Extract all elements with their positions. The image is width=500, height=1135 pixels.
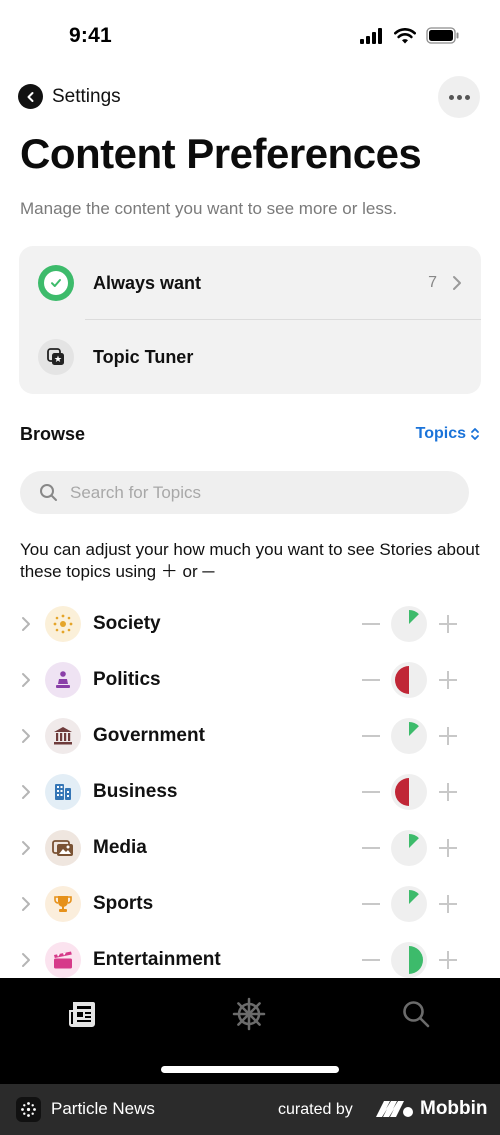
browse-heading: Browse xyxy=(20,424,86,444)
chevron-right-icon[interactable] xyxy=(20,615,32,633)
topic-row[interactable]: Sports xyxy=(0,876,500,932)
decrease-button[interactable] xyxy=(362,735,380,737)
chevron-left-icon xyxy=(18,84,43,109)
chevron-right-icon[interactable] xyxy=(20,839,32,857)
more-options-button[interactable] xyxy=(438,76,480,118)
topic-label: Society xyxy=(93,613,161,634)
tab-search[interactable] xyxy=(398,996,434,1032)
wifi-icon xyxy=(394,27,416,43)
home-indicator xyxy=(161,1066,339,1073)
sparkles-icon xyxy=(45,606,81,642)
decrease-button[interactable] xyxy=(362,959,380,961)
photos-icon xyxy=(45,830,81,866)
topic-tuner-label: Topic Tuner xyxy=(93,346,194,367)
topic-label: Sports xyxy=(93,893,154,914)
tab-bar xyxy=(0,978,500,1084)
topic-tuner-icon xyxy=(38,339,74,375)
ellipsis-dot xyxy=(464,94,470,100)
footer-brand-name: Mobbin xyxy=(420,1098,488,1119)
adjust-info-text: You can adjust your how much you want to… xyxy=(20,540,480,581)
back-button[interactable]: Settings xyxy=(18,84,121,109)
chevron-up-down-icon xyxy=(471,428,479,440)
topic-search-bar[interactable] xyxy=(20,471,469,514)
increase-button[interactable] xyxy=(439,671,457,689)
always-want-row[interactable]: Always want 7 xyxy=(19,246,481,320)
increase-button[interactable] xyxy=(439,839,457,857)
decrease-button[interactable] xyxy=(362,791,380,793)
ellipsis-icon xyxy=(448,94,454,100)
search-icon xyxy=(40,484,57,501)
mobbin-mark-icon xyxy=(376,1101,413,1117)
increase-button[interactable] xyxy=(439,615,457,633)
footer-app-name: Particle News xyxy=(51,1099,155,1118)
preference-level-gauge xyxy=(391,942,427,978)
footer-curated-by: curated by xyxy=(278,1101,353,1118)
topic-label: Government xyxy=(93,725,205,746)
mobbin-logo: Mobbin xyxy=(376,1098,488,1120)
status-icons xyxy=(360,27,460,44)
attribution-footer: Particle News curated by Mobbin xyxy=(0,1084,500,1135)
preference-level-gauge xyxy=(391,830,427,866)
topic-row[interactable]: Media xyxy=(0,820,500,876)
topic-search-input[interactable] xyxy=(70,482,430,503)
cellular-signal-icon xyxy=(360,27,382,44)
newspaper-icon xyxy=(69,1002,95,1027)
page-subtitle: Manage the content you want to see more … xyxy=(20,199,398,218)
preference-level-gauge xyxy=(391,886,427,922)
topic-row[interactable]: Politics xyxy=(0,652,500,708)
ship-wheel-icon xyxy=(232,997,266,1031)
topic-row[interactable]: Society xyxy=(0,596,500,652)
chevron-right-icon[interactable] xyxy=(20,951,32,969)
tab-topics[interactable] xyxy=(231,996,267,1032)
podium-icon xyxy=(45,662,81,698)
increase-button[interactable] xyxy=(439,783,457,801)
preference-level-gauge xyxy=(391,606,427,642)
topic-tuner-row[interactable]: Topic Tuner xyxy=(19,320,481,394)
preference-level-gauge xyxy=(391,718,427,754)
always-want-label: Always want xyxy=(93,272,202,293)
preference-level-gauge xyxy=(391,662,427,698)
page-title: Content Preferences xyxy=(20,130,422,177)
increase-button[interactable] xyxy=(439,951,457,969)
checkmark-icon xyxy=(38,265,74,301)
clapperboard-icon xyxy=(45,942,81,978)
navigation-bar: Settings xyxy=(0,76,500,118)
topic-label: Politics xyxy=(93,669,161,690)
preference-level-gauge xyxy=(391,774,427,810)
topic-label: Entertainment xyxy=(93,949,221,970)
status-time: 9:41 xyxy=(69,24,112,47)
increase-button[interactable] xyxy=(439,727,457,745)
chevron-right-icon[interactable] xyxy=(20,783,32,801)
topics-sort-dropdown[interactable]: Topics xyxy=(416,425,480,443)
particle-logo-icon xyxy=(16,1097,41,1122)
chevron-right-icon[interactable] xyxy=(20,727,32,745)
always-want-count: 7 xyxy=(428,274,437,291)
topic-row[interactable]: Business xyxy=(0,764,500,820)
preferences-card: Always want 7 Topic Tuner xyxy=(19,246,481,394)
topics-sort-label: Topics xyxy=(415,425,466,442)
decrease-button[interactable] xyxy=(362,623,380,625)
trophy-icon xyxy=(45,886,81,922)
decrease-button[interactable] xyxy=(362,847,380,849)
battery-icon xyxy=(426,27,459,44)
topic-row[interactable]: Government xyxy=(0,708,500,764)
building-columns-icon xyxy=(45,718,81,754)
topic-label: Business xyxy=(93,781,178,802)
office-building-icon xyxy=(45,774,81,810)
topic-label: Media xyxy=(93,837,147,858)
decrease-button[interactable] xyxy=(362,903,380,905)
chevron-right-icon xyxy=(453,276,461,290)
search-icon xyxy=(403,1001,430,1028)
status-bar: 9:41 xyxy=(0,0,500,72)
chevron-right-icon[interactable] xyxy=(20,895,32,913)
decrease-button[interactable] xyxy=(362,679,380,681)
back-label: Settings xyxy=(52,85,121,107)
ellipsis-dot xyxy=(456,94,462,100)
increase-button[interactable] xyxy=(439,895,457,913)
chevron-right-icon[interactable] xyxy=(20,671,32,689)
tab-newsfeed[interactable] xyxy=(64,996,100,1032)
